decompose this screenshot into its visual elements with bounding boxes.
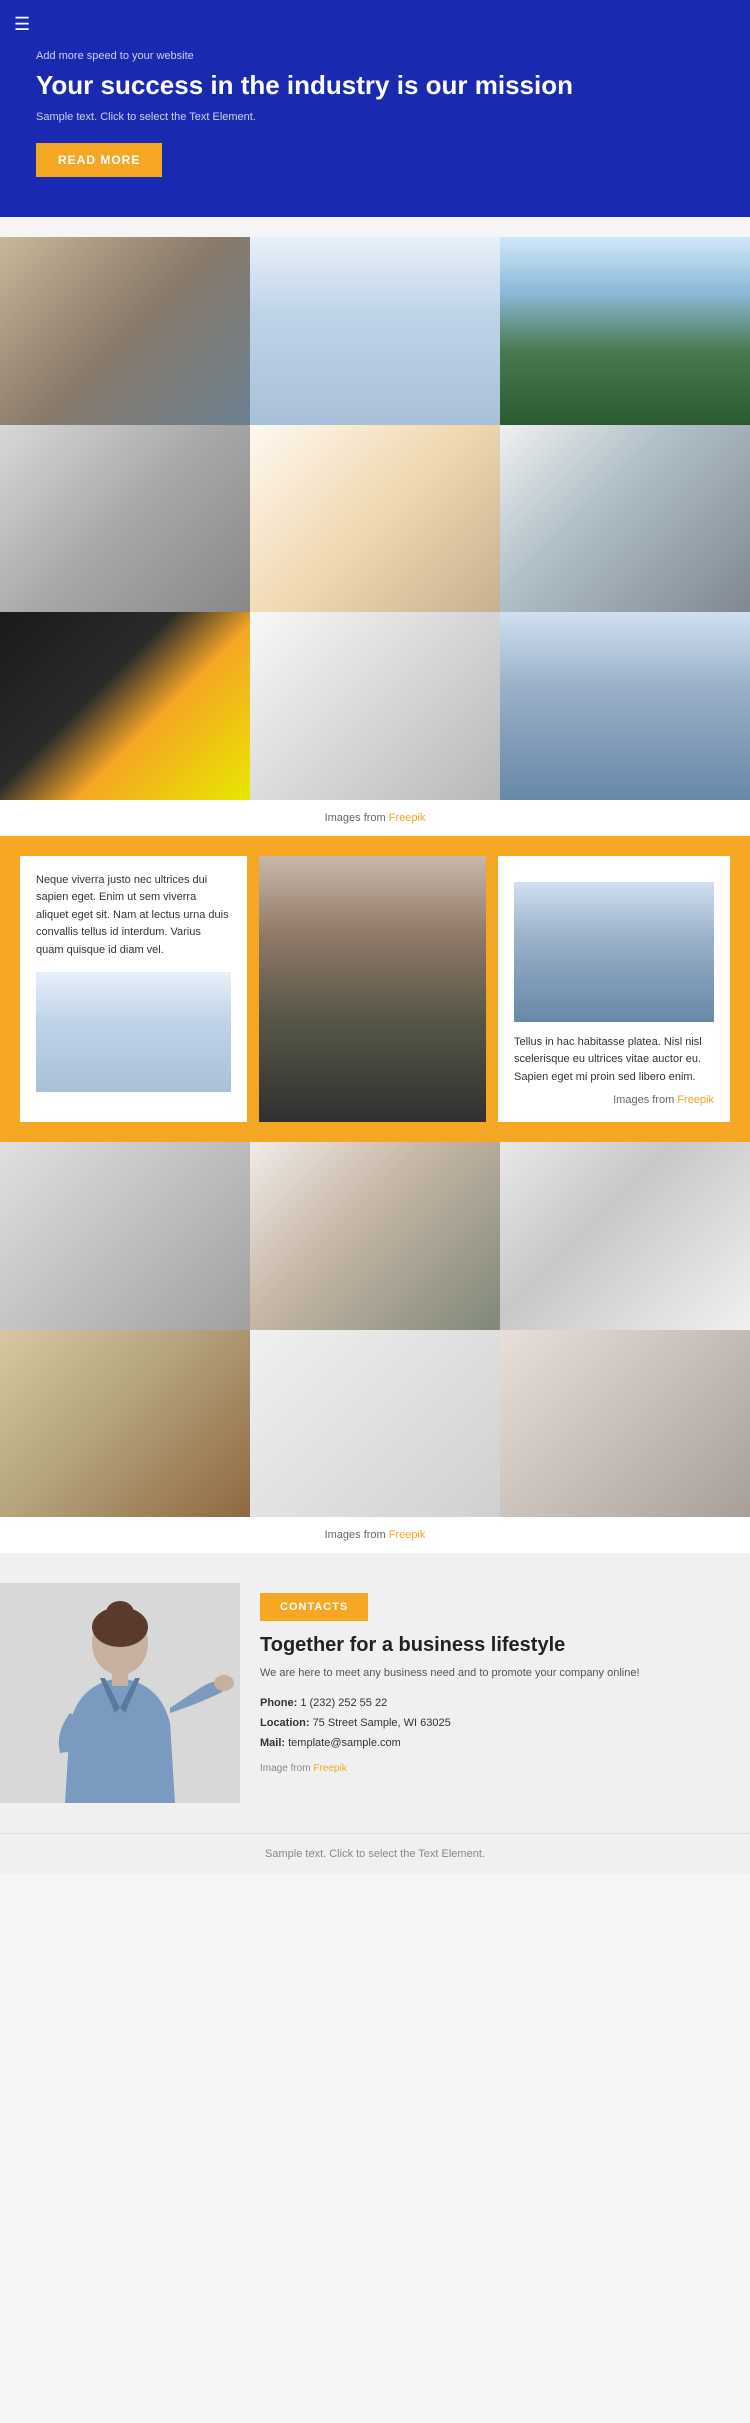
contact-location: Location: 75 Street Sample, WI 63025 (260, 1714, 700, 1734)
hero-text: Sample text. Click to select the Text El… (36, 111, 714, 123)
grid1-caption: Images from Freepik (0, 800, 750, 836)
contact-person-svg (0, 1583, 240, 1803)
image-woman-window (250, 1142, 500, 1330)
image-business-desk (500, 1330, 750, 1518)
feature-section: Neque viverra justo nec ultrices dui sap… (0, 836, 750, 1143)
grid2-cell-2 (250, 1142, 500, 1330)
grid-cell-2 (250, 237, 500, 425)
feature-card-3: Tellus in hac habitasse platea. Nisl nis… (498, 856, 730, 1123)
image-desk-laptop (250, 612, 500, 800)
grid2-cell-5 (250, 1330, 500, 1518)
grid2-cell-6 (500, 1330, 750, 1518)
contact-phone: Phone: 1 (232) 252 55 22 (260, 1694, 700, 1714)
contact-info: Phone: 1 (232) 252 55 22 Location: 75 St… (260, 1694, 700, 1753)
image-grid-2: Images from Freepik (0, 1142, 750, 1553)
image-phone (500, 425, 750, 613)
feature-card-2 (259, 856, 486, 1123)
image-city-fog (250, 237, 500, 425)
image-laptop-marketing (250, 425, 500, 613)
contact-person-image (0, 1583, 240, 1803)
image-laptop-top (0, 1142, 250, 1330)
image-grid-1: Images from Freepik (0, 237, 750, 836)
image-palm-tree (500, 237, 750, 425)
image-business-card (0, 612, 250, 800)
read-more-button[interactable]: READ MORE (36, 143, 162, 177)
grid-cell-8 (250, 612, 500, 800)
grid-cell-5 (250, 425, 500, 613)
grid-cell-1 (0, 237, 250, 425)
grid2-cell-1 (0, 1142, 250, 1330)
grid2-caption: Images from Freepik (0, 1517, 750, 1553)
feature-card-1-text: Neque viverra justo nec ultrices dui sap… (36, 872, 231, 960)
image-globe (0, 1330, 250, 1518)
grid-cell-7 (0, 612, 250, 800)
hero-title: Your success in the industry is our miss… (36, 70, 714, 101)
contacts-button[interactable]: CONTACTS (260, 1593, 368, 1621)
contact-image-caption: Image from Freepik (260, 1763, 700, 1774)
contact-title: Together for a business lifestyle (260, 1633, 700, 1657)
feature-caption: Images from Freepik (514, 1094, 714, 1106)
feature-card-3-image (514, 882, 714, 1022)
image-bottles (250, 1330, 500, 1518)
hero-section: ☰ Add more speed to your website Your su… (0, 0, 750, 217)
footer: Sample text. Click to select the Text El… (0, 1833, 750, 1874)
footer-text: Sample text. Click to select the Text El… (265, 1848, 485, 1860)
contact-mail: Mail: template@sample.com (260, 1734, 700, 1754)
contact-section: CONTACTS Together for a business lifesty… (0, 1553, 750, 1833)
image-building-up (500, 612, 750, 800)
contact-desc: We are here to meet any business need an… (260, 1665, 700, 1682)
hamburger-menu[interactable]: ☰ (14, 14, 30, 35)
grid2-cell-4 (0, 1330, 250, 1518)
image-architecture (0, 425, 250, 613)
image-person-writing (0, 237, 250, 425)
hero-subtitle: Add more speed to your website (36, 50, 714, 62)
contact-content: CONTACTS Together for a business lifesty… (240, 1583, 720, 1784)
feature-card-1-image (36, 972, 231, 1092)
feature-card-3-text: Tellus in hac habitasse platea. Nisl nis… (514, 1034, 714, 1087)
grid-cell-3 (500, 237, 750, 425)
freepik-link-1[interactable]: Freepik (389, 812, 426, 824)
feature-card-2-image (259, 856, 486, 1123)
grid-cell-6 (500, 425, 750, 613)
freepik-link-4[interactable]: Freepik (313, 1763, 346, 1774)
freepik-link-2[interactable]: Freepik (677, 1094, 714, 1106)
grid-cell-4 (0, 425, 250, 613)
feature-card-1: Neque viverra justo nec ultrices dui sap… (20, 856, 247, 1123)
freepik-link-3[interactable]: Freepik (389, 1529, 426, 1541)
grid-cell-9 (500, 612, 750, 800)
image-corridor (500, 1142, 750, 1330)
grid2-cell-3 (500, 1142, 750, 1330)
